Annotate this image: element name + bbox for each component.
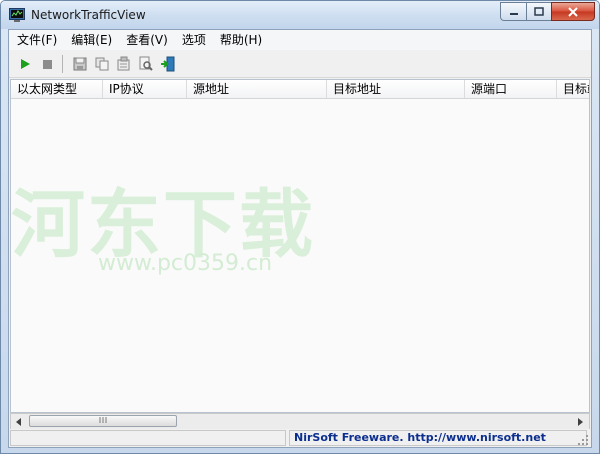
app-icon [9, 8, 25, 22]
column-header-source-port[interactable]: 源端口 [465, 80, 557, 98]
play-icon [21, 59, 30, 69]
close-icon [568, 6, 578, 17]
close-button[interactable] [551, 2, 595, 21]
stop-icon [43, 60, 52, 69]
column-header-ethernet-type[interactable]: 以太网类型 [11, 80, 103, 98]
status-panel-left [10, 430, 286, 446]
arrow-right-icon [578, 417, 583, 426]
exit-door-icon [161, 56, 175, 72]
list-header: 以太网类型 IP协议 源地址 目标地址 源端口 目标端口 [11, 80, 589, 99]
column-header-destination-port[interactable]: 目标端口 [557, 80, 589, 98]
column-header-source-address[interactable]: 源地址 [187, 80, 327, 98]
scroll-right-button[interactable] [573, 414, 589, 429]
column-header-destination-address[interactable]: 目标地址 [327, 80, 465, 98]
start-capture-button[interactable] [15, 54, 35, 74]
traffic-list[interactable]: 以太网类型 IP协议 源地址 目标地址 源端口 目标端口 河东下载 www.pc… [10, 79, 590, 413]
horizontal-scrollbar[interactable] [10, 413, 590, 430]
scroll-left-button[interactable] [11, 414, 27, 429]
exit-button[interactable] [158, 54, 178, 74]
column-header-ip-protocol[interactable]: IP协议 [103, 80, 187, 98]
app-window: NetworkTrafficView 文件(F) 编辑(E) 查看(V) 选项 … [0, 0, 600, 454]
maximize-button[interactable] [526, 2, 551, 21]
scroll-thumb[interactable] [29, 415, 177, 427]
toolbar-separator [62, 55, 63, 73]
find-button[interactable] [136, 54, 156, 74]
title-bar[interactable]: NetworkTrafficView [1, 1, 599, 29]
toolbar [9, 51, 591, 78]
watermark-url: www.pc0359.cn [98, 251, 273, 276]
save-icon [73, 57, 87, 71]
save-button[interactable] [70, 54, 90, 74]
minimize-icon [509, 12, 518, 15]
properties-button[interactable] [114, 54, 134, 74]
minimize-button[interactable] [500, 2, 526, 21]
nirsoft-link[interactable]: NirSoft Freeware. http://www.nirsoft.net [294, 431, 546, 445]
menu-view[interactable]: 查看(V) [119, 30, 175, 50]
menu-help[interactable]: 帮助(H) [213, 30, 269, 50]
menu-bar: 文件(F) 编辑(E) 查看(V) 选项 帮助(H) [9, 30, 591, 50]
menu-options[interactable]: 选项 [175, 30, 213, 50]
copy-button[interactable] [92, 54, 112, 74]
menu-file[interactable]: 文件(F) [9, 30, 64, 50]
resize-grip-icon[interactable] [577, 434, 589, 446]
status-bar: NirSoft Freeware. http://www.nirsoft.net [9, 429, 591, 447]
menu-edit[interactable]: 编辑(E) [64, 30, 119, 50]
maximize-icon [534, 7, 544, 16]
client-area: 文件(F) 编辑(E) 查看(V) 选项 帮助(H) 以太网类型 IP协议 源地… [8, 29, 592, 448]
grip-lines-icon [99, 417, 107, 423]
find-icon [139, 56, 153, 71]
stop-capture-button[interactable] [37, 54, 57, 74]
arrow-left-icon [16, 417, 21, 426]
copy-icon [95, 57, 109, 71]
properties-icon [117, 56, 130, 71]
window-title: NetworkTrafficView [31, 8, 146, 22]
